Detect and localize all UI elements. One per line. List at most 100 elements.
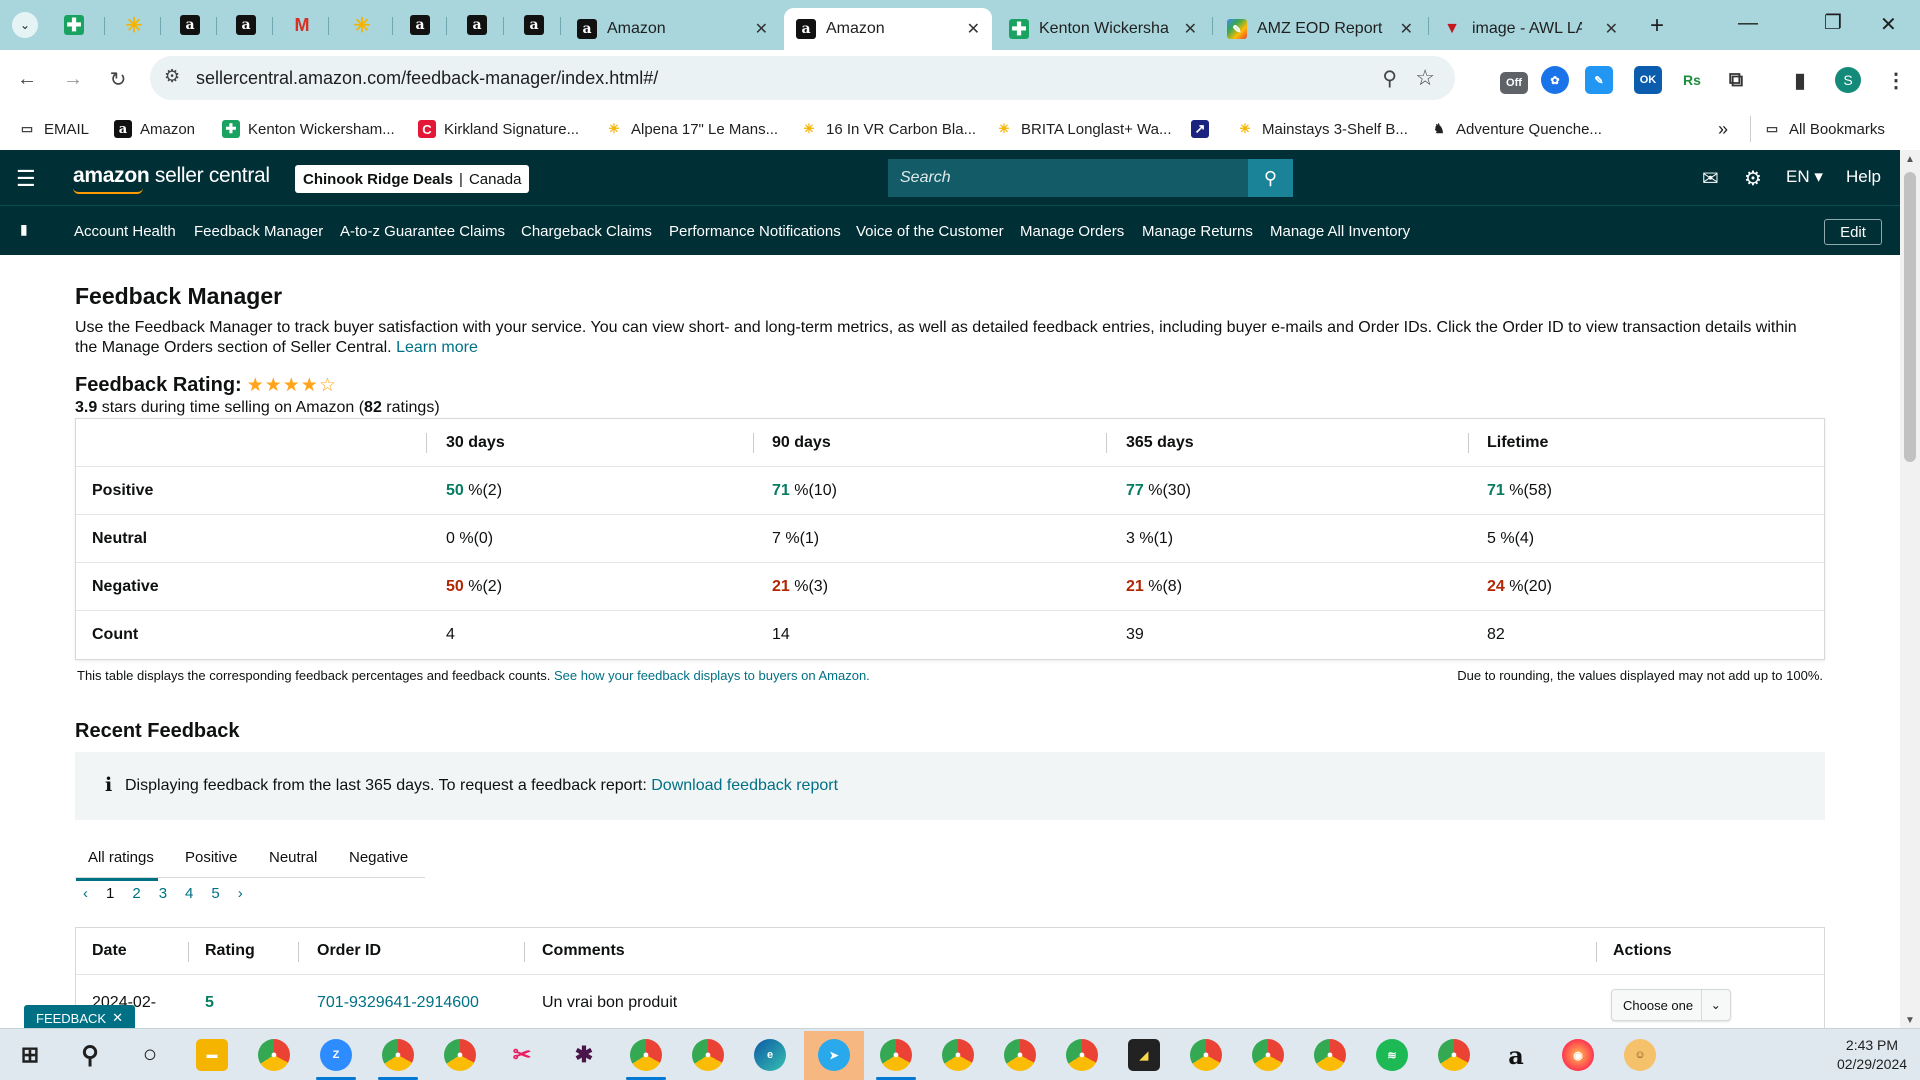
- chrome-icon[interactable]: ●: [1066, 1039, 1098, 1071]
- tab-all-ratings[interactable]: All ratings: [76, 849, 158, 881]
- bookmark-adventure[interactable]: ♞ Adventure Quenche...: [1430, 116, 1602, 142]
- order-id-link[interactable]: 701-9329641-2914600: [317, 994, 479, 1012]
- address-bar[interactable]: ⚙ sellercentral.amazon.com/feedback-mana…: [150, 56, 1455, 100]
- nav-voice-of-customer[interactable]: Voice of the Customer: [856, 223, 1004, 240]
- zoom-icon[interactable]: ⚲: [1382, 66, 1397, 91]
- forward-icon[interactable]: →: [58, 64, 88, 94]
- search-input[interactable]: Search ⚲: [888, 159, 1293, 197]
- close-icon[interactable]: ✕: [967, 19, 980, 39]
- bookmarks-overflow-icon[interactable]: »: [1718, 116, 1728, 142]
- chrome-icon[interactable]: ●: [942, 1039, 974, 1071]
- back-icon[interactable]: ←: [12, 64, 42, 94]
- tab-image-awl[interactable]: ▼ image - AWL LABEL ✕: [1430, 8, 1630, 50]
- mail-icon[interactable]: ✉: [1702, 166, 1719, 191]
- side-panel-icon[interactable]: ▮: [1786, 66, 1814, 94]
- site-settings-icon[interactable]: ⚙: [164, 66, 180, 87]
- tab-neutral[interactable]: Neutral: [269, 849, 317, 866]
- tab-kenton[interactable]: ✚ Kenton Wickershan ✕: [997, 8, 1209, 50]
- chrome-icon[interactable]: ●: [382, 1039, 414, 1071]
- chevron-down-icon[interactable]: ⌄: [1700, 990, 1730, 1020]
- bookmark-alpena[interactable]: ✳ Alpena 17" Le Mans...: [605, 116, 779, 142]
- menu-kebab-icon[interactable]: ⋮: [1882, 66, 1910, 94]
- chrome-icon[interactable]: ●: [880, 1039, 912, 1071]
- nav-chargeback-claims[interactable]: Chargeback Claims: [521, 223, 652, 240]
- tab-amazon-1[interactable]: a Amazon ✕: [565, 8, 780, 50]
- bookmark-all[interactable]: ▭ All Bookmarks: [1750, 116, 1885, 142]
- chrome-icon[interactable]: ●: [1190, 1039, 1222, 1071]
- bookmark-email[interactable]: ▭ EMAIL: [18, 116, 89, 142]
- help-link[interactable]: Help: [1846, 167, 1881, 187]
- bookmark-brita[interactable]: ✳ BRITA Longlast+ Wa...: [995, 116, 1172, 142]
- extension-rs-icon[interactable]: Rs: [1678, 66, 1706, 94]
- page-4[interactable]: 4: [185, 885, 193, 902]
- chrome-icon[interactable]: ●: [1004, 1039, 1036, 1071]
- column-order-id[interactable]: Order ID: [317, 942, 381, 960]
- profile-avatar[interactable]: S: [1835, 67, 1861, 93]
- system-clock[interactable]: 2:43 PM 02/29/2024: [1828, 1036, 1916, 1074]
- edit-nav-button[interactable]: Edit: [1824, 219, 1882, 245]
- close-icon[interactable]: ✕: [1184, 19, 1197, 39]
- chrome-icon[interactable]: ●: [630, 1039, 662, 1071]
- page-2[interactable]: 2: [132, 885, 140, 902]
- nav-feedback-manager[interactable]: Feedback Manager: [194, 223, 323, 240]
- nav-account-health[interactable]: Account Health: [74, 223, 176, 240]
- search-button[interactable]: ⚲: [1248, 159, 1293, 197]
- pinned-tab-amazon[interactable]: a: [178, 13, 202, 37]
- app-character-icon[interactable]: ☺: [1624, 1039, 1656, 1071]
- new-tab-icon[interactable]: +: [1650, 12, 1664, 40]
- learn-more-link[interactable]: Learn more: [396, 339, 478, 356]
- pinned-tab-amazon[interactable]: a: [234, 13, 258, 37]
- chrome-icon[interactable]: ●: [1438, 1039, 1470, 1071]
- prev-page-icon[interactable]: ‹: [83, 885, 88, 902]
- search-icon[interactable]: ⚲: [74, 1039, 106, 1071]
- restore-icon[interactable]: ❐: [1824, 10, 1842, 35]
- hamburger-menu-icon[interactable]: ☰: [16, 166, 36, 192]
- edge-icon[interactable]: e: [754, 1039, 786, 1071]
- nav-a-to-z-claims[interactable]: A-to-z Guarantee Claims: [340, 223, 505, 240]
- reload-icon[interactable]: ↻: [103, 64, 133, 94]
- page-3[interactable]: 3: [159, 885, 167, 902]
- tab-negative[interactable]: Negative: [349, 849, 408, 866]
- pinned-tab-gmail[interactable]: M: [290, 13, 314, 37]
- tab-eod-report[interactable]: ✎ AMZ EOD Report ✕: [1215, 8, 1425, 50]
- see-feedback-display-link[interactable]: See how your feedback displays to buyers…: [554, 668, 870, 683]
- bookmark-star-icon[interactable]: ☆: [1415, 65, 1435, 91]
- bookmark-carbon[interactable]: ✳ 16 In VR Carbon Bla...: [800, 116, 977, 142]
- nav-manage-orders[interactable]: Manage Orders: [1020, 223, 1124, 240]
- amazon-app-icon[interactable]: a: [1500, 1039, 1532, 1071]
- store-switcher[interactable]: Chinook Ridge Deals | Canada: [295, 165, 530, 193]
- pinned-tab-amazon[interactable]: a: [465, 13, 489, 37]
- bookmark-kirkland[interactable]: C Kirkland Signature...: [418, 116, 579, 142]
- pinned-tab-walmart[interactable]: ✳: [350, 13, 374, 37]
- minimize-icon[interactable]: —: [1738, 12, 1758, 35]
- extensions-puzzle-icon[interactable]: ⧉: [1722, 66, 1750, 94]
- extension-ok-icon[interactable]: OK: [1634, 66, 1662, 94]
- nav-manage-all-inventory[interactable]: Manage All Inventory: [1270, 223, 1410, 240]
- scroll-down-icon[interactable]: ▼: [1905, 1015, 1915, 1026]
- page-5[interactable]: 5: [211, 885, 219, 902]
- chrome-icon[interactable]: ●: [258, 1039, 290, 1071]
- firefox-icon[interactable]: ◉: [1562, 1039, 1594, 1071]
- seller-central-logo[interactable]: amazon seller central: [73, 164, 270, 194]
- chrome-icon[interactable]: ●: [1252, 1039, 1284, 1071]
- spotify-icon[interactable]: ≋: [1376, 1039, 1408, 1071]
- download-feedback-report-link[interactable]: Download feedback report: [651, 777, 838, 794]
- extension-gear-icon[interactable]: ✿: [1541, 66, 1569, 94]
- bookmark-mainstays[interactable]: ✳ Mainstays 3-Shelf B...: [1236, 116, 1408, 142]
- tab-search-icon[interactable]: ⌄: [12, 12, 38, 38]
- page-1[interactable]: 1: [106, 885, 114, 902]
- language-selector[interactable]: EN ▾: [1786, 167, 1823, 187]
- zoom-icon[interactable]: Z: [320, 1039, 352, 1071]
- bookmark-chart[interactable]: ↗: [1191, 116, 1217, 142]
- close-window-icon[interactable]: ✕: [1880, 12, 1897, 37]
- nav-performance-notifications[interactable]: Performance Notifications: [669, 223, 841, 240]
- bookmark-amazon[interactable]: a Amazon: [114, 116, 195, 142]
- page-scrollbar[interactable]: ▲ ▼: [1900, 150, 1920, 1028]
- pinned-tab-amazon[interactable]: a: [408, 13, 432, 37]
- close-icon[interactable]: ✕: [112, 1010, 123, 1026]
- actions-dropdown[interactable]: Choose one ⌄: [1611, 989, 1731, 1021]
- file-explorer-icon[interactable]: ▬: [196, 1039, 228, 1071]
- gear-icon[interactable]: ⚙: [1744, 166, 1762, 191]
- task-view-icon[interactable]: ○: [134, 1039, 166, 1071]
- next-page-icon[interactable]: ›: [238, 885, 243, 902]
